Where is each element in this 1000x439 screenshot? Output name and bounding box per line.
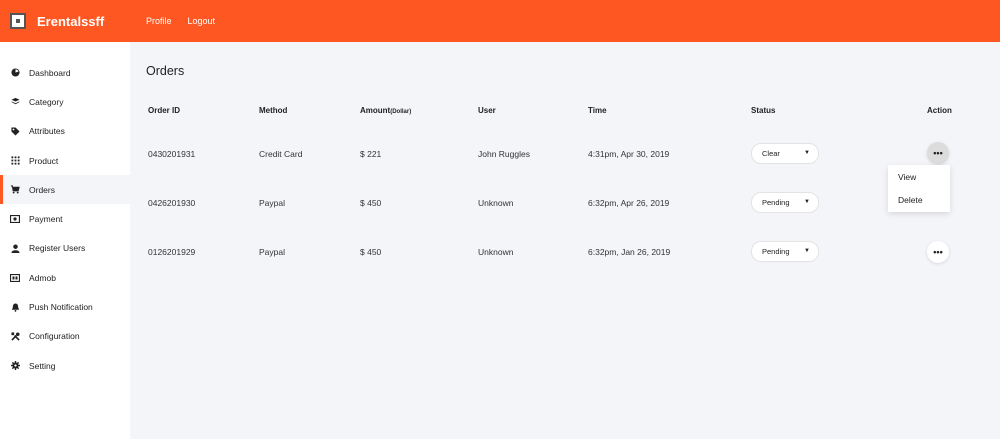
logout-link[interactable]: Logout [188, 16, 216, 26]
sidebar-item-setting[interactable]: Setting [0, 351, 130, 380]
sidebar-item-label: Configuration [29, 331, 80, 342]
sidebar-item-label: Orders [29, 184, 55, 195]
status-select[interactable]: Pending ▼ [751, 192, 819, 213]
col-header-time: Time [588, 106, 607, 115]
brand: Erentalssff [0, 13, 130, 29]
dashboard-icon [10, 68, 20, 78]
layers-icon [10, 97, 20, 107]
sidebar-item-orders[interactable]: Orders [0, 175, 130, 205]
status-value: Pending [762, 198, 790, 207]
caret-down-icon: ▼ [804, 248, 810, 254]
user-cell: Unknown [478, 198, 514, 208]
user-cell: John Ruggles [478, 149, 530, 159]
col-header-amount-unit: (Dollar) [390, 109, 412, 115]
sidebar-item-category[interactable]: Category [0, 87, 130, 116]
sidebar-item-dashboard[interactable]: Dashboard [0, 58, 130, 87]
status-value: Clear [762, 149, 780, 158]
cart-icon [10, 185, 20, 195]
user-cell: Unknown [478, 247, 514, 257]
qr-logo-icon [10, 13, 26, 29]
sidebar-item-label: Push Notification [29, 302, 93, 313]
row-action-button[interactable]: ••• [927, 142, 949, 164]
caret-down-icon: ▼ [804, 150, 810, 156]
brand-name: Erentalssff [37, 13, 105, 29]
ad-icon [10, 273, 20, 283]
sidebar-item-product[interactable]: Product [0, 146, 130, 175]
sidebar-item-label: Category [29, 96, 64, 107]
action-menu: View Delete [888, 165, 950, 212]
sidebar-item-admob[interactable]: Admob [0, 263, 130, 292]
amount-cell: $ 450 [360, 247, 382, 257]
main-content: Orders Order ID Method Amount(Dollar) Us… [130, 42, 1000, 439]
time-cell: 6:32pm, Jan 26, 2019 [588, 247, 671, 257]
method-cell: Paypal [259, 198, 285, 208]
status-value: Pending [762, 247, 790, 256]
status-select[interactable]: Pending ▼ [751, 241, 819, 262]
order-id-cell: 0430201931 [148, 149, 196, 159]
view-menu-item[interactable]: View [888, 165, 950, 188]
order-id-cell: 0426201930 [148, 198, 196, 208]
row-action-button[interactable]: ••• [927, 241, 949, 263]
sidebar: Dashboard Category Attributes Product Or… [0, 42, 130, 439]
sidebar-item-push-notification[interactable]: Push Notification [0, 292, 130, 321]
profile-link[interactable]: Profile [146, 16, 172, 26]
amount-cell: $ 221 [360, 149, 382, 159]
col-header-status: Status [751, 106, 776, 115]
sidebar-item-attributes[interactable]: Attributes [0, 117, 130, 146]
sidebar-item-label: Setting [29, 360, 56, 371]
amount-cell: $ 450 [360, 198, 382, 208]
sidebar-item-register-users[interactable]: Register Users [0, 234, 130, 263]
user-icon [10, 243, 20, 253]
sidebar-item-label: Attributes [29, 126, 65, 137]
col-header-order-id: Order ID [148, 106, 181, 115]
order-id-cell: 0126201929 [148, 247, 196, 257]
sidebar-item-label: Admob [29, 272, 56, 283]
delete-menu-item[interactable]: Delete [888, 188, 950, 211]
sidebar-item-label: Dashboard [29, 67, 71, 78]
col-header-amount: Amount(Dollar) [360, 106, 411, 115]
method-cell: Paypal [259, 247, 285, 257]
page-title: Orders [146, 64, 185, 78]
sidebar-item-label: Payment [29, 214, 63, 225]
sidebar-item-configuration[interactable]: Configuration [0, 322, 130, 351]
status-select[interactable]: Clear ▼ [751, 143, 819, 164]
caret-down-icon: ▼ [804, 199, 810, 205]
gear-icon [10, 361, 20, 371]
time-cell: 6:32pm, Apr 26, 2019 [588, 198, 670, 208]
money-icon [10, 214, 20, 224]
method-cell: Credit Card [259, 149, 303, 159]
col-header-action: Action [927, 106, 952, 115]
time-cell: 4:31pm, Apr 30, 2019 [588, 149, 670, 159]
tools-icon [10, 331, 20, 341]
col-header-method: Method [259, 106, 288, 115]
tag-icon [10, 126, 20, 136]
col-header-amount-label: Amount [360, 106, 391, 115]
top-bar: Erentalssff Profile Logout [0, 0, 1000, 42]
sidebar-item-label: Register Users [29, 243, 86, 254]
sidebar-item-payment[interactable]: Payment [0, 204, 130, 233]
grid-icon [10, 156, 20, 166]
bell-icon [10, 302, 20, 312]
col-header-user: User [478, 106, 496, 115]
sidebar-item-label: Product [29, 155, 59, 166]
